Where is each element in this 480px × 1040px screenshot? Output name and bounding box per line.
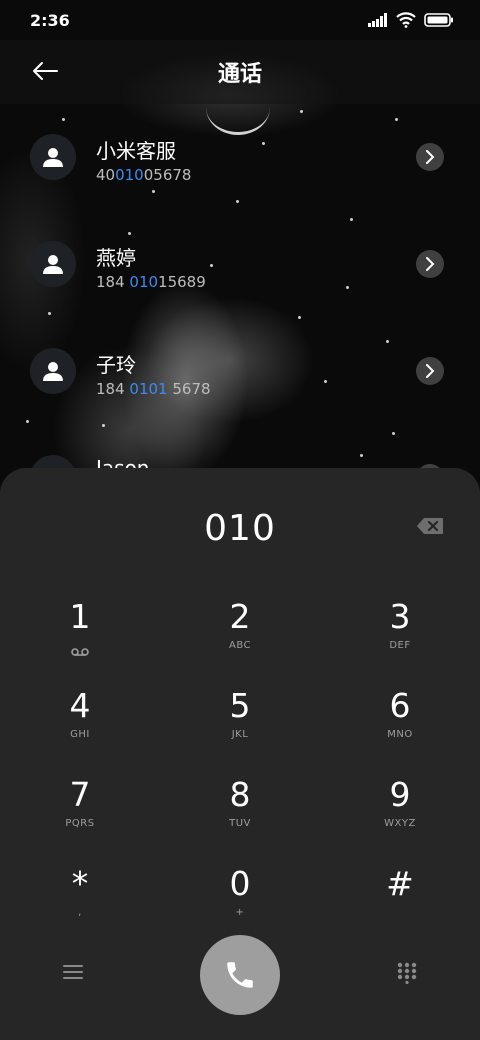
key-star[interactable]: *,	[0, 865, 160, 954]
signal-icon	[368, 13, 387, 27]
key-4[interactable]: 4 GHI	[0, 687, 160, 776]
contact-details-button[interactable]	[416, 357, 444, 385]
backspace-button[interactable]	[416, 517, 444, 539]
contact-details-button[interactable]	[416, 143, 444, 171]
system-icons	[368, 12, 454, 28]
contact-item[interactable]: 小米客服 4001005678	[0, 107, 480, 207]
phone-icon	[227, 962, 253, 988]
app-header: 通话	[0, 40, 480, 104]
chevron-right-icon	[426, 150, 435, 164]
call-button[interactable]	[200, 935, 280, 1015]
key-2[interactable]: 2 ABC	[160, 598, 320, 687]
status-bar: 2:36	[0, 0, 480, 40]
contact-item[interactable]: 子玲 184 0101 5678	[0, 321, 480, 421]
wifi-icon	[396, 12, 416, 28]
status-time: 2:36	[30, 11, 70, 30]
person-icon	[43, 148, 63, 167]
voicemail-icon	[71, 648, 89, 656]
key-1[interactable]: 1	[0, 598, 160, 687]
contact-details-button[interactable]	[416, 250, 444, 278]
key-5[interactable]: 5 JKL	[160, 687, 320, 776]
contact-number: 184 01015689	[96, 273, 206, 291]
chevron-right-icon	[426, 364, 435, 378]
dialpad-toggle-button[interactable]	[396, 962, 418, 988]
key-hash[interactable]: #	[320, 865, 480, 954]
avatar	[30, 241, 76, 287]
menu-button[interactable]	[62, 962, 84, 986]
contact-item[interactable]: 燕婷 184 01015689	[0, 214, 480, 314]
page-title: 通话	[217, 62, 262, 87]
key-8[interactable]: 8 TUV	[160, 776, 320, 865]
contact-number: 184 0101 5678	[96, 380, 211, 398]
backspace-icon	[417, 518, 443, 534]
key-7[interactable]: 7 PQRS	[0, 776, 160, 865]
contact-number: 4001005678	[96, 166, 192, 184]
dial-input[interactable]: 010	[0, 508, 480, 549]
battery-icon	[424, 13, 453, 27]
key-9[interactable]: 9 WXYZ	[320, 776, 480, 865]
key-3[interactable]: 3 DEF	[320, 598, 480, 687]
chevron-right-icon	[426, 257, 435, 271]
contact-name: 小米客服	[96, 139, 176, 163]
person-icon	[43, 255, 63, 274]
avatar	[30, 348, 76, 394]
key-6[interactable]: 6 MNO	[320, 687, 480, 776]
contact-name: 燕婷	[96, 246, 136, 270]
avatar	[30, 134, 76, 180]
contact-name: 子玲	[96, 353, 136, 377]
person-icon	[43, 362, 63, 381]
dialpad-icon	[397, 962, 417, 985]
menu-icon	[63, 965, 83, 979]
